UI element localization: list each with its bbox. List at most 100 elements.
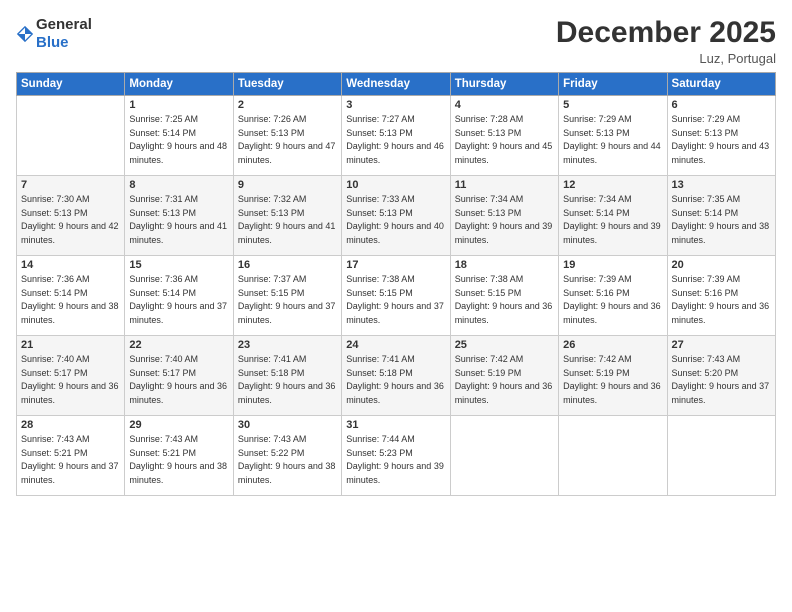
week-row-4: 28 Sunrise: 7:43 AMSunset: 5:21 PMDayligh…: [17, 416, 776, 496]
day-number: 31: [346, 419, 445, 431]
day-detail: Sunrise: 7:28 AMSunset: 5:13 PMDaylight:…: [455, 113, 554, 167]
day-number: 13: [672, 179, 771, 191]
calendar-cell: 2Sunrise: 7:26 AMSunset: 5:13 PMDaylight…: [233, 96, 341, 176]
logo-text-blue: Blue: [36, 34, 69, 51]
day-number: 17: [346, 259, 445, 271]
calendar-cell: 12 Sunrise: 7:34 AMSunset: 5:14 PMDayligh…: [559, 176, 667, 256]
weekday-header-friday: Friday: [559, 73, 667, 96]
weekday-header-sunday: Sunday: [17, 73, 125, 96]
day-number: 23: [238, 339, 337, 351]
day-number: 24: [346, 339, 445, 351]
day-detail: Sunrise: 7:40 AMSunset: 5:17 PMDaylight:…: [21, 353, 120, 407]
day-number: 25: [455, 339, 554, 351]
day-detail: Sunrise: 7:25 AMSunset: 5:14 PMDaylight:…: [129, 113, 228, 167]
day-detail: Sunrise: 7:34 AMSunset: 5:13 PMDaylight:…: [455, 193, 554, 247]
day-detail: Sunrise: 7:38 AMSunset: 5:15 PMDaylight:…: [346, 273, 445, 327]
calendar-cell: 3Sunrise: 7:27 AMSunset: 5:13 PMDaylight…: [342, 96, 450, 176]
day-number: 21: [21, 339, 120, 351]
weekday-header-saturday: Saturday: [667, 73, 775, 96]
calendar-cell: [450, 416, 558, 496]
logo: General Blue: [16, 16, 92, 52]
day-number: 26: [563, 339, 662, 351]
day-number: 15: [129, 259, 228, 271]
week-row-0: 1 Sunrise: 7:25 AMSunset: 5:14 PMDaylight…: [17, 96, 776, 176]
calendar-cell: 28 Sunrise: 7:43 AMSunset: 5:21 PMDayligh…: [17, 416, 125, 496]
calendar-cell: 21 Sunrise: 7:40 AMSunset: 5:17 PMDayligh…: [17, 336, 125, 416]
day-number: 10: [346, 179, 445, 191]
day-number: 16: [238, 259, 337, 271]
calendar-cell: 7 Sunrise: 7:30 AMSunset: 5:13 PMDaylight…: [17, 176, 125, 256]
day-number: 7: [21, 179, 120, 191]
day-detail: Sunrise: 7:41 AMSunset: 5:18 PMDaylight:…: [346, 353, 445, 407]
day-detail: Sunrise: 7:43 AMSunset: 5:21 PMDaylight:…: [129, 433, 228, 487]
weekday-header-wednesday: Wednesday: [342, 73, 450, 96]
week-row-1: 7 Sunrise: 7:30 AMSunset: 5:13 PMDaylight…: [17, 176, 776, 256]
day-detail: Sunrise: 7:43 AMSunset: 5:21 PMDaylight:…: [21, 433, 120, 487]
week-row-2: 14 Sunrise: 7:36 AMSunset: 5:14 PMDayligh…: [17, 256, 776, 336]
calendar-cell: 5 Sunrise: 7:29 AMSunset: 5:13 PMDaylight…: [559, 96, 667, 176]
day-detail: Sunrise: 7:44 AMSunset: 5:23 PMDaylight:…: [346, 433, 445, 487]
day-number: 5: [563, 99, 662, 111]
day-number: 4: [455, 99, 554, 111]
calendar-cell: 17 Sunrise: 7:38 AMSunset: 5:15 PMDayligh…: [342, 256, 450, 336]
calendar-cell: 27Sunrise: 7:43 AMSunset: 5:20 PMDayligh…: [667, 336, 775, 416]
day-detail: Sunrise: 7:37 AMSunset: 5:15 PMDaylight:…: [238, 273, 337, 327]
logo-text-general: General: [36, 16, 92, 33]
calendar-cell: [17, 96, 125, 176]
day-number: 11: [455, 179, 554, 191]
day-detail: Sunrise: 7:42 AMSunset: 5:19 PMDaylight:…: [563, 353, 662, 407]
day-number: 12: [563, 179, 662, 191]
month-title: December 2025: [556, 16, 776, 49]
day-detail: Sunrise: 7:36 AMSunset: 5:14 PMDaylight:…: [129, 273, 228, 327]
day-detail: Sunrise: 7:41 AMSunset: 5:18 PMDaylight:…: [238, 353, 337, 407]
day-detail: Sunrise: 7:32 AMSunset: 5:13 PMDaylight:…: [238, 193, 337, 247]
calendar-cell: 16 Sunrise: 7:37 AMSunset: 5:15 PMDayligh…: [233, 256, 341, 336]
location: Luz, Portugal: [556, 51, 776, 66]
day-number: 18: [455, 259, 554, 271]
day-detail: Sunrise: 7:38 AMSunset: 5:15 PMDaylight:…: [455, 273, 554, 327]
weekday-header-tuesday: Tuesday: [233, 73, 341, 96]
calendar-cell: 15 Sunrise: 7:36 AMSunset: 5:14 PMDayligh…: [125, 256, 233, 336]
day-number: 28: [21, 419, 120, 431]
calendar-table: SundayMondayTuesdayWednesdayThursdayFrid…: [16, 72, 776, 496]
calendar-cell: 22 Sunrise: 7:40 AMSunset: 5:17 PMDayligh…: [125, 336, 233, 416]
calendar-cell: [559, 416, 667, 496]
title-block: December 2025 Luz, Portugal: [556, 16, 776, 66]
weekday-header-monday: Monday: [125, 73, 233, 96]
logo-icon: [16, 25, 34, 43]
calendar-cell: 29Sunrise: 7:43 AMSunset: 5:21 PMDayligh…: [125, 416, 233, 496]
calendar-cell: 9Sunrise: 7:32 AMSunset: 5:13 PMDaylight…: [233, 176, 341, 256]
calendar-cell: 6 Sunrise: 7:29 AMSunset: 5:13 PMDaylight…: [667, 96, 775, 176]
day-detail: Sunrise: 7:34 AMSunset: 5:14 PMDaylight:…: [563, 193, 662, 247]
day-number: 14: [21, 259, 120, 271]
calendar-cell: 24 Sunrise: 7:41 AMSunset: 5:18 PMDayligh…: [342, 336, 450, 416]
day-detail: Sunrise: 7:29 AMSunset: 5:13 PMDaylight:…: [672, 113, 771, 167]
day-number: 1: [129, 99, 228, 111]
calendar-cell: 18 Sunrise: 7:38 AMSunset: 5:15 PMDayligh…: [450, 256, 558, 336]
calendar-cell: 25Sunrise: 7:42 AMSunset: 5:19 PMDayligh…: [450, 336, 558, 416]
calendar-cell: 20 Sunrise: 7:39 AMSunset: 5:16 PMDayligh…: [667, 256, 775, 336]
weekday-header-row: SundayMondayTuesdayWednesdayThursdayFrid…: [17, 73, 776, 96]
calendar-cell: 13Sunrise: 7:35 AMSunset: 5:14 PMDayligh…: [667, 176, 775, 256]
day-detail: Sunrise: 7:43 AMSunset: 5:22 PMDaylight:…: [238, 433, 337, 487]
day-detail: Sunrise: 7:40 AMSunset: 5:17 PMDaylight:…: [129, 353, 228, 407]
day-detail: Sunrise: 7:33 AMSunset: 5:13 PMDaylight:…: [346, 193, 445, 247]
day-number: 22: [129, 339, 228, 351]
day-number: 19: [563, 259, 662, 271]
day-number: 20: [672, 259, 771, 271]
calendar-cell: 19 Sunrise: 7:39 AMSunset: 5:16 PMDayligh…: [559, 256, 667, 336]
day-detail: Sunrise: 7:39 AMSunset: 5:16 PMDaylight:…: [563, 273, 662, 327]
day-number: 6: [672, 99, 771, 111]
day-number: 27: [672, 339, 771, 351]
day-detail: Sunrise: 7:36 AMSunset: 5:14 PMDaylight:…: [21, 273, 120, 327]
calendar-cell: 26 Sunrise: 7:42 AMSunset: 5:19 PMDayligh…: [559, 336, 667, 416]
day-detail: Sunrise: 7:39 AMSunset: 5:16 PMDaylight:…: [672, 273, 771, 327]
day-detail: Sunrise: 7:31 AMSunset: 5:13 PMDaylight:…: [129, 193, 228, 247]
calendar-cell: 30Sunrise: 7:43 AMSunset: 5:22 PMDayligh…: [233, 416, 341, 496]
calendar-container: General Blue December 2025 Luz, Portugal…: [0, 0, 792, 612]
day-detail: Sunrise: 7:26 AMSunset: 5:13 PMDaylight:…: [238, 113, 337, 167]
day-detail: Sunrise: 7:29 AMSunset: 5:13 PMDaylight:…: [563, 113, 662, 167]
calendar-cell: 11 Sunrise: 7:34 AMSunset: 5:13 PMDayligh…: [450, 176, 558, 256]
calendar-cell: 8Sunrise: 7:31 AMSunset: 5:13 PMDaylight…: [125, 176, 233, 256]
day-detail: Sunrise: 7:30 AMSunset: 5:13 PMDaylight:…: [21, 193, 120, 247]
